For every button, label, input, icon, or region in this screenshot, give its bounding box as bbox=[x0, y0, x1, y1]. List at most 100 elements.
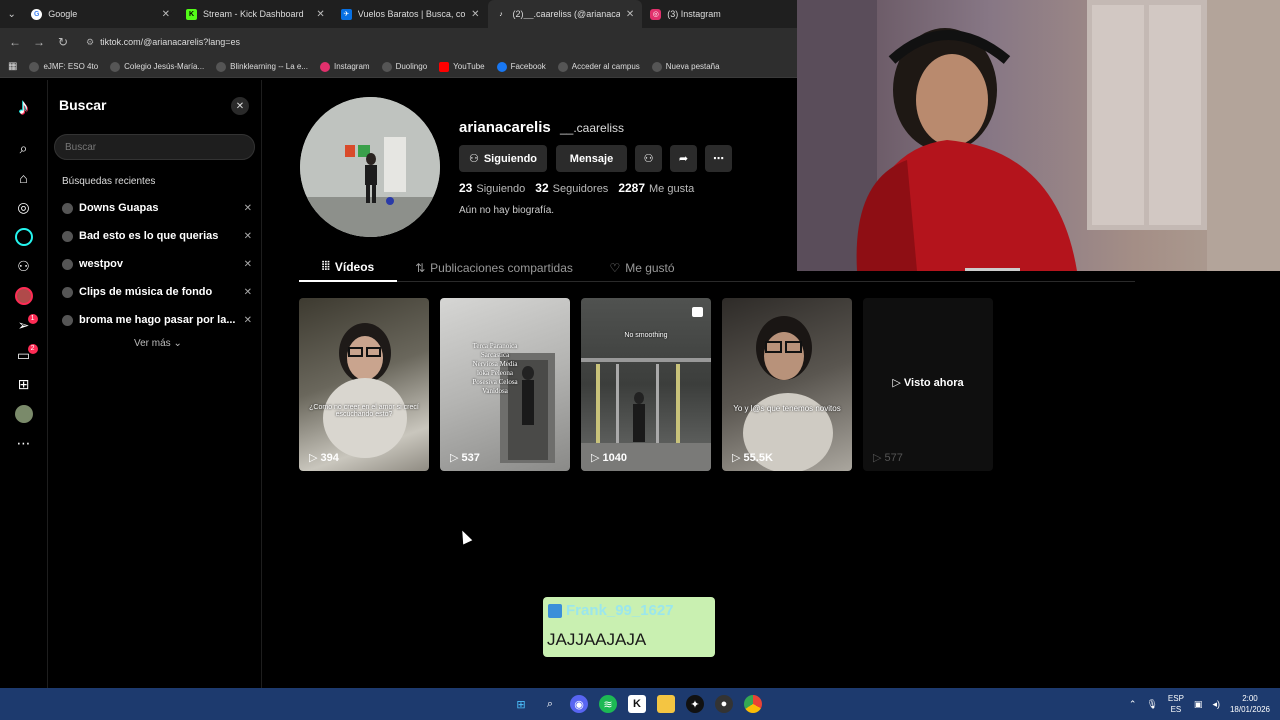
share-button[interactable]: ➦ bbox=[670, 145, 697, 172]
profile-bio: Aún no hay biografía. bbox=[459, 205, 555, 216]
tab-liked[interactable]: ♡ Me gustó bbox=[591, 253, 693, 282]
bookmark[interactable]: Blinklearning -- La e... bbox=[216, 61, 308, 72]
inbox-icon[interactable]: ➢ 1 bbox=[0, 311, 48, 341]
recent-search-label: westpov bbox=[79, 258, 124, 270]
video-caption: Terca Paranoica Sarcastica Nerviosa Medi… bbox=[472, 342, 518, 395]
video-card[interactable]: Terca Paranoica Sarcastica Nerviosa Medi… bbox=[440, 298, 570, 471]
inbox-badge: 1 bbox=[27, 314, 38, 324]
obs-icon[interactable]: ● bbox=[715, 695, 733, 713]
bookmarks-bar: ▦ eJMF: ESO 4to Colegio Jesús-María... B… bbox=[0, 56, 797, 78]
messages-icon[interactable]: ▭ 2 bbox=[0, 341, 48, 371]
close-icon[interactable]: ✕ bbox=[471, 9, 479, 20]
list-item[interactable]: Bad esto es lo que querias ✕ bbox=[62, 222, 252, 250]
app-icon[interactable]: ✦ bbox=[686, 695, 704, 713]
user-avatar-icon[interactable] bbox=[0, 400, 48, 430]
bookmark[interactable]: Nueva pestaña bbox=[651, 61, 720, 72]
remove-icon[interactable]: ✕ bbox=[244, 287, 252, 298]
chat-username: Frank_99_1627 bbox=[566, 602, 674, 619]
profile-avatar-icon[interactable] bbox=[0, 282, 48, 312]
tab-reposts[interactable]: ⇅ Publicaciones compartidas bbox=[397, 253, 591, 282]
bookmark[interactable]: Facebook bbox=[496, 61, 546, 72]
bookmark[interactable]: Instagram bbox=[320, 61, 370, 72]
message-button[interactable]: Mensaje bbox=[556, 145, 627, 172]
bookmark[interactable]: YouTube bbox=[439, 61, 485, 72]
upload-icon[interactable]: ⊞ bbox=[0, 370, 48, 400]
close-icon[interactable]: ✕ bbox=[231, 97, 249, 115]
instagram-icon: ◎ bbox=[650, 8, 662, 20]
more-icon[interactable]: ⋯ bbox=[0, 429, 48, 459]
live-icon[interactable] bbox=[0, 223, 48, 253]
kick-icon[interactable]: K bbox=[628, 695, 646, 713]
tiktok-logo-icon[interactable]: ♪ bbox=[0, 80, 48, 134]
video-card[interactable]: Yo y l@s que tenemos novitos ▷ 55.5K bbox=[722, 298, 852, 471]
search-icon[interactable]: ⌕ bbox=[541, 695, 559, 713]
back-icon[interactable]: ← bbox=[8, 35, 22, 49]
list-item[interactable]: westpov ✕ bbox=[62, 250, 252, 278]
recent-search-label: Downs Guapas bbox=[79, 202, 159, 214]
apps-grid-icon[interactable]: ▦ bbox=[8, 61, 17, 72]
following-button[interactable]: ⚇ Siguiendo bbox=[459, 145, 547, 172]
chrome-icon[interactable] bbox=[744, 695, 762, 713]
search-input[interactable] bbox=[54, 134, 255, 160]
discord-icon[interactable]: ◉ bbox=[570, 695, 588, 713]
tiktok-nav-rail: ♪ ⌕ ⌂ ◎ ⚇ ➢ 1 ▭ 2 ⊞ ⋯ bbox=[0, 80, 48, 688]
list-item[interactable]: Downs Guapas ✕ bbox=[62, 194, 252, 222]
close-icon[interactable]: ✕ bbox=[162, 9, 170, 20]
remove-icon[interactable]: ✕ bbox=[244, 231, 252, 242]
see-more-link[interactable]: Ver más ⌄ bbox=[134, 338, 182, 349]
following-icon[interactable]: ⚇ bbox=[0, 252, 48, 282]
explore-icon[interactable]: ◎ bbox=[0, 193, 48, 223]
reload-icon[interactable]: ↻ bbox=[56, 35, 70, 49]
search-icon[interactable]: ⌕ bbox=[0, 134, 48, 164]
browser-tab[interactable]: G Google ✕ bbox=[23, 0, 178, 28]
video-card[interactable]: ▷ Visto ahora ▷ 577 bbox=[863, 298, 993, 471]
profile-photo bbox=[300, 97, 440, 237]
list-item[interactable]: broma me hago pasar por la... ✕ bbox=[62, 306, 252, 334]
video-views: ▷ 55.5K bbox=[732, 451, 773, 464]
add-user-icon: ⚇ bbox=[643, 153, 654, 165]
windows-start-icon[interactable]: ⊞ bbox=[512, 695, 530, 713]
browser-tab[interactable]: ◎ (3) Instagram bbox=[642, 0, 797, 28]
list-item[interactable]: Clips de música de fondo ✕ bbox=[62, 278, 252, 306]
network-icon[interactable]: ▣ bbox=[1194, 699, 1203, 710]
url-text: tiktok.com/@arianacarelis?lang=es bbox=[100, 37, 241, 47]
remove-icon[interactable]: ✕ bbox=[244, 259, 252, 270]
clock[interactable]: 2:00 18/01/2026 bbox=[1230, 693, 1270, 715]
spotify-icon[interactable]: ≋ bbox=[599, 695, 617, 713]
browser-tab-active[interactable]: ♪ (2)__.caareliss (@arianacarelis) | ✕ bbox=[487, 0, 643, 28]
volume-icon[interactable]: ◂) bbox=[1212, 699, 1220, 710]
instagram-icon bbox=[320, 61, 330, 72]
remove-icon[interactable]: ✕ bbox=[244, 315, 252, 326]
video-card[interactable]: No smoothing ▷ 1040 bbox=[581, 298, 711, 471]
recent-searches-list: Downs Guapas ✕ Bad esto es lo que querias… bbox=[62, 194, 252, 334]
tab-videos[interactable]: ⦙⦙⦙ Vídeos bbox=[299, 253, 397, 282]
bookmark[interactable]: Acceder al campus bbox=[557, 61, 640, 72]
forward-icon[interactable]: → bbox=[32, 35, 46, 49]
profile-stats: 23 Siguiendo 32 Seguidores 2287 Me gusta bbox=[459, 181, 694, 195]
close-icon[interactable]: ✕ bbox=[626, 9, 634, 20]
microphone-icon[interactable]: 🎙 bbox=[1146, 699, 1157, 710]
language-indicator[interactable]: ESP ES bbox=[1168, 693, 1184, 715]
suggested-accounts-button[interactable]: ⚇ bbox=[635, 145, 662, 172]
site-info-icon[interactable]: ⚙ bbox=[86, 37, 94, 48]
bookmark-label: eJMF: ESO 4to bbox=[43, 62, 99, 71]
bookmark[interactable]: eJMF: ESO 4to bbox=[29, 61, 99, 72]
browser-tab[interactable]: K Stream - Kick Dashboard ✕ bbox=[178, 0, 333, 28]
video-views: ▷ 394 bbox=[309, 451, 339, 464]
bookmark[interactable]: Colegio Jesús-María... bbox=[110, 61, 204, 72]
browser-tab[interactable]: ✈ Vuelos Baratos | Busca, compar ✕ bbox=[333, 0, 488, 28]
chat-badge-icon bbox=[548, 603, 562, 618]
file-explorer-icon[interactable] bbox=[657, 695, 675, 713]
home-icon[interactable]: ⌂ bbox=[0, 164, 48, 194]
remove-icon[interactable]: ✕ bbox=[244, 203, 252, 214]
close-icon[interactable]: ✕ bbox=[316, 9, 324, 20]
url-field[interactable]: ⚙ tiktok.com/@arianacarelis?lang=es bbox=[80, 31, 793, 53]
followers-count[interactable]: 32 Seguidores bbox=[535, 181, 608, 195]
bookmark[interactable]: Duolingo bbox=[381, 61, 427, 72]
tab-title: (2)__.caareliss (@arianacarelis) | bbox=[512, 9, 620, 19]
following-count[interactable]: 23 Siguiendo bbox=[459, 181, 525, 195]
chevron-up-icon[interactable]: ⌃ bbox=[1129, 699, 1137, 710]
more-options-button[interactable]: ⋯ bbox=[705, 145, 732, 172]
video-card[interactable]: ¿Como no creer en el amor si crecí escuc… bbox=[299, 298, 429, 471]
tab-search-chevron-icon[interactable]: ⌄ bbox=[0, 0, 23, 28]
